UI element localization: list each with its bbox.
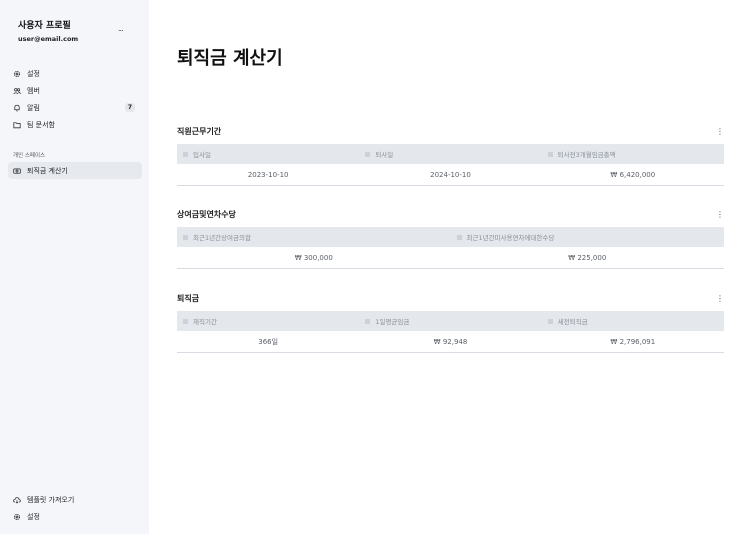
table-cell[interactable]: 2023-10-10 (177, 171, 359, 179)
sidebar-item-label: 멤버 (27, 86, 40, 95)
block-menu-icon[interactable]: ⋮ (716, 210, 724, 219)
profile-name: 사용자 프로필 (18, 21, 71, 31)
sidebar: 사용자 프로필 user@email.com ... 설정 멤버 알림 7 팀 … (0, 0, 149, 534)
column-type-icon (456, 234, 462, 240)
main-nav: 설정 멤버 알림 7 팀 문서함 (8, 65, 142, 133)
calculator-icon (13, 167, 21, 175)
table-cell[interactable]: ₩ 225,000 (451, 254, 725, 262)
page-title: 퇴직금 계산기 (177, 48, 283, 69)
users-icon (13, 87, 21, 95)
sidebar-item-label: 템플릿 가져오기 (27, 495, 75, 504)
personal-space-label: 개인 스페이스 (13, 153, 46, 159)
sidebar-item-severance-calculator[interactable]: 퇴직금 계산기 (8, 162, 142, 179)
column-header[interactable]: 퇴사전3개월임금총액 (542, 149, 724, 159)
table-row: 366일 ₩ 92,948 ₩ 2,796,091 (177, 331, 724, 352)
personal-space-nav: 퇴직금 계산기 (8, 162, 142, 179)
user-profile[interactable]: 사용자 프로필 user@email.com (18, 18, 78, 43)
column-type-icon (183, 318, 188, 324)
bottom-nav: 템플릿 가져오기 설정 (8, 491, 142, 525)
table-row: 2023-10-10 2024-10-10 ₩ 6,420,000 (177, 164, 724, 185)
block-menu-icon[interactable]: ⋮ (716, 127, 724, 136)
column-header[interactable]: 1일평균임금 (359, 316, 541, 326)
column-type-icon (365, 318, 371, 324)
column-header[interactable]: 입사일 (177, 149, 359, 159)
block-menu-icon[interactable]: ⋮ (716, 294, 724, 303)
cloud-download-icon (13, 496, 21, 504)
sidebar-item-settings[interactable]: 설정 (8, 65, 142, 82)
sidebar-item-notifications[interactable]: 알림 7 (8, 99, 142, 116)
severance-pay-block: 퇴직금 ⋮ 재직기간 1일평균임금 세전퇴직금 366일 ₩ 92,948 ₩ … (177, 291, 724, 353)
column-type-icon (183, 234, 188, 240)
table-cell[interactable]: ₩ 6,420,000 (542, 171, 724, 179)
sidebar-item-members[interactable]: 멤버 (8, 82, 142, 99)
bell-icon (13, 104, 21, 112)
table-cell[interactable]: ₩ 92,948 (359, 338, 541, 346)
block-title: 상여금및연차수당 (177, 209, 236, 219)
column-header[interactable]: 퇴사일 (359, 149, 541, 159)
employment-period-block: 직원근무기간 ⋮ 입사일 퇴사일 퇴사전3개월임금총액 2023-10-10 2… (177, 124, 724, 186)
bonus-and-leave-block: 상여금및연차수당 ⋮ 최근1년간상여금의합 최근1년간미사용연차에대한수당 ₩ … (177, 207, 724, 269)
table-row: ₩ 300,000 ₩ 225,000 (177, 247, 724, 268)
profile-email: user@email.com (18, 35, 79, 43)
sidebar-item-label: 팀 문서함 (27, 120, 55, 129)
sidebar-item-label: 설정 (27, 512, 40, 521)
column-header[interactable]: 재직기간 (177, 316, 359, 326)
gear-icon (13, 70, 21, 78)
data-table: 입사일 퇴사일 퇴사전3개월임금총액 2023-10-10 2024-10-10… (177, 144, 724, 186)
column-type-icon (547, 151, 553, 157)
notification-count-badge: 7 (124, 103, 135, 112)
block-title: 직원근무기간 (177, 126, 222, 136)
table-cell[interactable]: 366일 (177, 337, 359, 347)
table-cell[interactable]: ₩ 300,000 (177, 254, 451, 262)
sidebar-item-team-docs[interactable]: 팀 문서함 (8, 116, 142, 133)
sidebar-item-bottom-settings[interactable]: 설정 (8, 508, 142, 525)
main-content: 퇴직금 계산기 직원근무기간 ⋮ 입사일 퇴사일 퇴사전3개월임금총액 2023… (149, 0, 750, 534)
sidebar-item-import-templates[interactable]: 템플릿 가져오기 (8, 491, 142, 508)
column-type-icon (365, 151, 371, 157)
folder-icon (13, 121, 21, 129)
data-table: 최근1년간상여금의합 최근1년간미사용연차에대한수당 ₩ 300,000 ₩ 2… (177, 227, 724, 269)
sidebar-item-label: 퇴직금 계산기 (27, 166, 68, 175)
column-header[interactable]: 최근1년간미사용연차에대한수당 (451, 232, 725, 242)
table-cell[interactable]: ₩ 2,796,091 (542, 338, 724, 346)
table-header-row: 입사일 퇴사일 퇴사전3개월임금총액 (177, 144, 724, 164)
sidebar-item-label: 알림 (27, 103, 40, 112)
sidebar-item-label: 설정 (27, 69, 40, 78)
more-options-button[interactable]: ... (118, 24, 124, 33)
column-header[interactable]: 최근1년간상여금의합 (177, 232, 451, 242)
gear-icon (13, 513, 21, 521)
column-type-icon (183, 151, 188, 157)
block-title: 퇴직금 (177, 293, 200, 303)
column-type-icon (547, 318, 553, 324)
table-cell[interactable]: 2024-10-10 (359, 171, 541, 179)
table-header-row: 최근1년간상여금의합 최근1년간미사용연차에대한수당 (177, 227, 724, 247)
column-header[interactable]: 세전퇴직금 (542, 316, 724, 326)
table-header-row: 재직기간 1일평균임금 세전퇴직금 (177, 311, 724, 331)
data-table: 재직기간 1일평균임금 세전퇴직금 366일 ₩ 92,948 ₩ 2,796,… (177, 311, 724, 353)
